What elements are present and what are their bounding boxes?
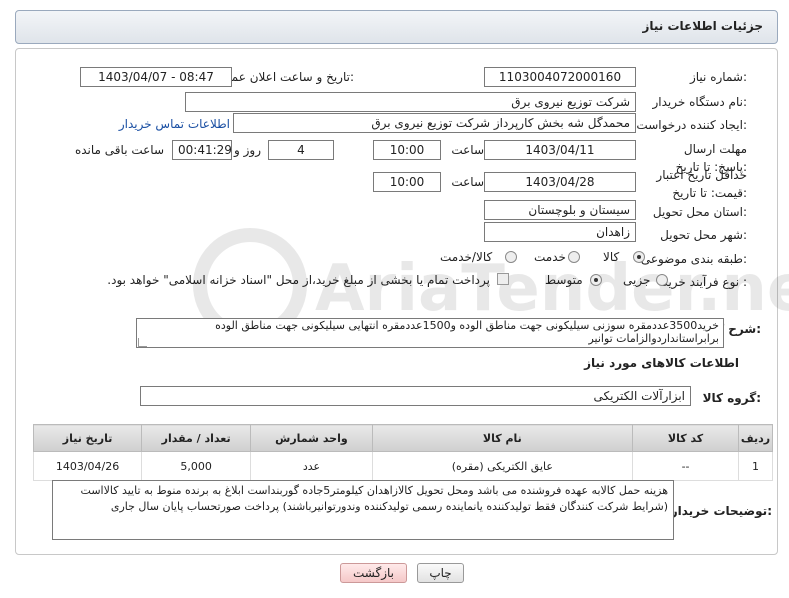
reply-time-field[interactable]: 10:00	[373, 140, 441, 160]
resize-grip-icon[interactable]	[138, 338, 147, 347]
category-both-radio[interactable]	[505, 251, 517, 263]
process-minor-radio[interactable]	[656, 274, 668, 286]
buyer-org-label: نام دستگاه خریدار:	[652, 95, 748, 109]
table-row[interactable]: 1 -- عایق الکتریکی (مقره) عدد 5,000 1403…	[32, 451, 773, 481]
price-validity-label: حداقل تاریخ اعتبار قیمت: تا تاریخ:	[627, 166, 747, 202]
goods-group-label: گروه کالا:	[702, 391, 761, 405]
category-both-label: کالا/خدمت	[440, 250, 493, 264]
cell-need-date: 1403/04/26	[32, 451, 143, 481]
validity-date-field[interactable]: 1403/04/28	[484, 172, 636, 192]
col-quantity: تعداد / مقدار	[141, 424, 252, 452]
validity-time-field[interactable]: 10:00	[373, 172, 441, 192]
process-type-label: نوع فرآیند خرید :	[662, 275, 747, 289]
treasury-checkbox[interactable]	[497, 273, 509, 285]
buyer-org-field[interactable]: شرکت توزیع نیروی برق	[185, 92, 636, 112]
page-title: جزئیات اطلاعات نیاز	[642, 19, 763, 33]
buyer-notes-field[interactable]: هزینه حمل کالابه عهده فروشنده می باشد وم…	[52, 480, 674, 540]
days-field[interactable]: 4	[268, 140, 334, 160]
price-validity-label-text: حداقل تاریخ اعتبار قیمت: تا تاریخ:	[656, 168, 747, 200]
need-number-field[interactable]: 1103004072000160	[484, 67, 636, 87]
province-field[interactable]: سیستان و بلوچستان	[484, 200, 636, 220]
creator-field[interactable]: محمدگل شه بخش کارپرداز شرکت توزیع نیروی …	[233, 113, 636, 133]
description-field[interactable]: خرید3500عددمقره سوزنی سیلیکونی جهت مناطق…	[136, 318, 724, 348]
print-button[interactable]: چاپ	[417, 563, 464, 583]
treasury-note: پرداخت تمام یا بخشی از مبلغ خرید،از محل …	[107, 273, 490, 287]
col-item-code: کد کالا	[632, 424, 740, 452]
back-button[interactable]: بازگشت	[340, 563, 407, 583]
col-item-name: نام کالا	[371, 424, 634, 452]
reply-date-field[interactable]: 1403/04/11	[484, 140, 636, 160]
cell-item-code: --	[632, 451, 740, 481]
buyer-notes-label: توضیحات خریدار:	[670, 504, 772, 518]
reply-time-label: ساعت	[451, 143, 484, 157]
cell-quantity: 5,000	[141, 451, 252, 481]
table-header-row: ردیف کد کالا نام کالا واحد شمارش تعداد /…	[32, 424, 773, 452]
remaining-time-label: ساعت باقی مانده	[74, 143, 164, 157]
process-minor-label: جزیی	[623, 273, 651, 287]
creator-label: ایجاد کننده درخواست:	[636, 118, 747, 132]
validity-time-label: ساعت	[451, 175, 484, 189]
remaining-time-field[interactable]: 00:41:29	[172, 140, 232, 160]
need-number-label: شماره نیاز:	[689, 70, 747, 84]
page-header: جزئیات اطلاعات نیاز	[15, 10, 778, 44]
goods-group-field[interactable]: ابزارآلات الکتریکی	[140, 386, 691, 406]
process-medium-label: متوسط	[545, 273, 583, 287]
buyer-contact-link[interactable]: اطلاعات تماس خریدار	[119, 117, 230, 131]
category-service-label: خدمت	[534, 250, 566, 264]
items-table: ردیف کد کالا نام کالا واحد شمارش تعداد /…	[32, 424, 773, 481]
process-medium-radio[interactable]	[590, 274, 602, 286]
col-unit: واحد شمارش	[250, 424, 373, 452]
category-goods-radio[interactable]	[633, 251, 645, 263]
announce-date-field[interactable]: 1403/04/07 - 08:47	[80, 67, 232, 87]
col-row-number: ردیف	[738, 424, 773, 452]
cell-unit: عدد	[250, 451, 373, 481]
days-label: روز و	[234, 143, 261, 157]
city-label: شهر محل تحویل:	[660, 228, 747, 242]
col-need-date: تاریخ نیاز	[32, 424, 143, 452]
goods-section-title: اطلاعات کالاهای مورد نیاز	[584, 356, 739, 370]
category-goods-label: کالا	[603, 250, 620, 264]
province-label: استان محل تحویل:	[652, 205, 747, 219]
category-label: طبقه بندی موضوعی:	[640, 252, 747, 266]
cell-item-name: عایق الکتریکی (مقره)	[371, 451, 634, 481]
category-service-radio[interactable]	[568, 251, 580, 263]
city-field[interactable]: زاهدان	[484, 222, 636, 242]
cell-row-number: 1	[738, 451, 773, 481]
